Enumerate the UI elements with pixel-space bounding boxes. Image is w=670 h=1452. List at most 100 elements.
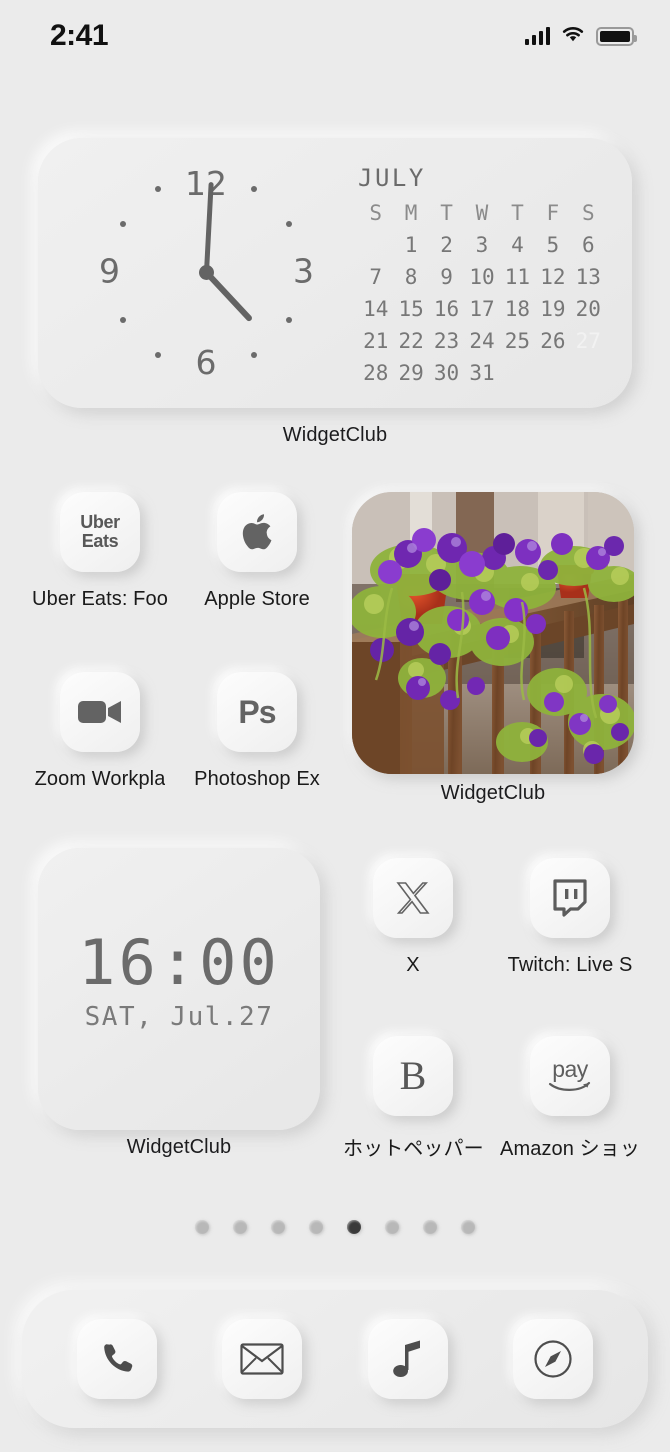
app-label-uber-eats: Uber Eats: Foo	[32, 588, 168, 610]
calendar-day: 29	[398, 361, 424, 385]
clock-hour-tick	[286, 221, 293, 227]
app-photoshop[interactable]: Ps Photoshop Ex	[186, 672, 328, 791]
app-hotpepper-beauty[interactable]: B ホットペッパーb	[342, 1036, 484, 1161]
calendar-day: 17	[469, 297, 495, 321]
calendar-day: 31	[469, 361, 495, 385]
app-twitch[interactable]: Twitch: Live S	[499, 858, 641, 977]
clock-hour-tick	[119, 221, 126, 227]
calendar-day: 10	[469, 265, 495, 289]
app-label-apple-store: Apple Store	[204, 588, 310, 610]
status-bar-time: 2:41	[50, 19, 109, 52]
app-apple-store[interactable]: Apple Store	[186, 492, 328, 611]
page-dot[interactable]	[423, 1220, 437, 1234]
calendar-day: 15	[398, 297, 424, 321]
cellular-signal-icon	[524, 27, 550, 45]
music-note-icon	[392, 1340, 420, 1377]
app-zoom[interactable]: Zoom Workpla	[29, 672, 171, 791]
clock-hour-tick	[251, 185, 257, 192]
digital-clock-widget[interactable]: 16:00 SAT, Jul.27	[38, 848, 320, 1130]
dock-music-button[interactable]	[367, 1319, 448, 1399]
clock-numeral-9: 9	[99, 251, 120, 291]
calendar-day: 19	[540, 297, 566, 321]
clock-hour-tick	[251, 352, 257, 359]
digital-clock-widget-label: WidgetClub	[126, 1136, 232, 1158]
calendar-day: 11	[504, 265, 531, 289]
dock-safari-button[interactable]	[513, 1319, 594, 1399]
calendar-day: 1	[404, 233, 418, 257]
clock-hour-tick	[119, 317, 126, 323]
x-logo-icon[interactable]	[373, 858, 453, 938]
calendar-day: 16	[433, 297, 460, 321]
page-dot[interactable]	[233, 1220, 247, 1234]
app-label-amazon-shopping: Amazon ショッ	[500, 1138, 640, 1160]
phone-icon	[103, 1344, 133, 1372]
page-dot[interactable]	[309, 1220, 323, 1234]
calendar-day: 6	[581, 233, 595, 257]
calendar-day: 24	[469, 329, 495, 353]
calendar-day-header: M	[404, 201, 418, 225]
dock-phone-button[interactable]	[76, 1319, 157, 1399]
amazon-pay-icon-text: pay	[552, 1056, 588, 1082]
clock-center-cap	[198, 264, 214, 280]
clock-hour-tick	[286, 317, 293, 323]
calendar-day: 22	[398, 329, 424, 353]
app-amazon-shopping[interactable]: pay Amazon ショッ	[499, 1036, 641, 1161]
app-label-photoshop: Photoshop Ex	[194, 768, 320, 790]
calendar-day-today: 27	[571, 326, 606, 357]
clock-numeral-6: 6	[195, 343, 217, 382]
photoshop-icon[interactable]: Ps	[217, 672, 297, 752]
uber-eats-icon-line2: Eats	[81, 531, 119, 551]
twitch-icon[interactable]	[530, 858, 610, 938]
photo-widget-label: WidgetClub	[440, 782, 546, 804]
dock-mail-button[interactable]	[222, 1319, 303, 1399]
calendar-day-header: S	[369, 201, 383, 225]
calendar-day: 5	[546, 233, 560, 257]
app-label-x: X	[406, 954, 420, 976]
app-label-hotpepper-beauty: ホットペッパーb	[343, 1138, 483, 1160]
clock-calendar-widget[interactable]: 12 3 6 9 JULY S M T W T F S 1 2 3 4 5 6 7 8 9 10 11 12 13 14…	[38, 138, 632, 408]
calendar-day: 28	[363, 361, 389, 385]
app-uber-eats[interactable]: Uber Eats Uber Eats: Foo	[29, 492, 171, 611]
clock-hour-tick	[155, 352, 161, 359]
battery-icon	[596, 26, 637, 46]
app-x[interactable]: X	[342, 858, 484, 977]
calendar-day: 20	[575, 297, 601, 321]
page-dot[interactable]	[461, 1220, 475, 1234]
calendar-day: 4	[511, 233, 524, 257]
apple-logo-icon[interactable]	[217, 492, 297, 572]
digital-clock-date: SAT, Jul.27	[84, 1002, 274, 1032]
calendar-day-header: T	[440, 201, 453, 225]
clock-hour-tick	[155, 185, 161, 192]
app-label-zoom: Zoom Workpla	[34, 768, 166, 790]
analog-clock: 12 3 6 9	[90, 156, 322, 388]
calendar-grid: S M T W T F S 1 2 3 4 5 6 7 8 9 10 11 12 13 14 15 16 17 18 19 20 21…	[358, 201, 606, 387]
page-dot[interactable]	[385, 1220, 399, 1234]
hotpepper-beauty-icon[interactable]: B	[373, 1036, 453, 1116]
calendar-day-header: S	[581, 201, 595, 225]
calendar-day: 7	[369, 265, 383, 289]
page-dot-active[interactable]	[347, 1220, 361, 1234]
calendar-day-header: F	[546, 201, 560, 225]
calendar-day: 12	[540, 265, 566, 289]
compass-icon	[534, 1340, 572, 1378]
calendar-day: 21	[363, 329, 389, 353]
envelope-icon	[240, 1343, 284, 1375]
amazon-pay-icon[interactable]: pay	[530, 1036, 610, 1116]
video-camera-icon[interactable]	[60, 672, 140, 752]
page-dot[interactable]	[195, 1220, 209, 1234]
calendar-day: 3	[475, 233, 489, 257]
photo-widget[interactable]	[352, 492, 634, 774]
wifi-icon	[561, 25, 585, 48]
uber-eats-icon[interactable]: Uber Eats	[60, 492, 140, 572]
calendar-day: 18	[504, 297, 531, 321]
page-dot[interactable]	[271, 1220, 285, 1234]
photoshop-icon-text: Ps	[238, 693, 276, 730]
uber-eats-icon-line1: Uber	[80, 512, 120, 532]
calendar: JULY S M T W T F S 1 2 3 4 5 6 7 8 9 10 11 12 13 14 15 16 17 18 1…	[358, 164, 606, 387]
calendar-day: 2	[440, 233, 453, 257]
clock-numeral-12: 12	[185, 164, 227, 203]
calendar-blank-cell	[358, 232, 393, 259]
calendar-day: 23	[433, 329, 460, 353]
status-bar-indicators	[524, 25, 637, 48]
page-indicator-dots[interactable]	[0, 1220, 670, 1234]
